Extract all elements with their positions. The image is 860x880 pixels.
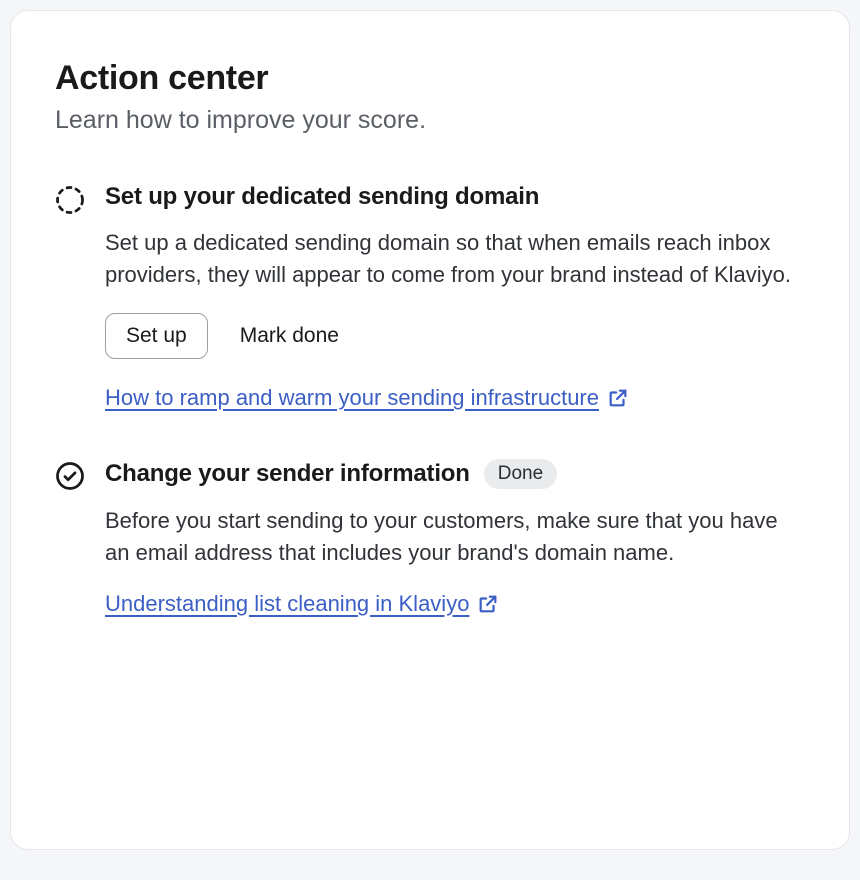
mark-done-button[interactable]: Mark done bbox=[236, 314, 343, 358]
status-badge: Done bbox=[484, 459, 557, 489]
help-link-text: Understanding list cleaning in Klaviyo bbox=[105, 591, 469, 617]
action-item-header: Change your sender information Done bbox=[105, 459, 805, 489]
action-item: Change your sender information Done Befo… bbox=[55, 459, 805, 617]
help-link-text: How to ramp and warm your sending infras… bbox=[105, 385, 599, 411]
done-icon bbox=[55, 461, 85, 491]
action-item-title: Set up your dedicated sending domain bbox=[105, 183, 539, 211]
page-title: Action center bbox=[55, 59, 805, 98]
action-center-card: Action center Learn how to improve your … bbox=[10, 10, 850, 850]
pending-icon bbox=[55, 185, 85, 215]
set-up-button[interactable]: Set up bbox=[105, 313, 208, 359]
action-item-body: Set up your dedicated sending domain Set… bbox=[105, 183, 805, 411]
help-link-ramp-warm[interactable]: How to ramp and warm your sending infras… bbox=[105, 385, 629, 411]
action-item-body: Change your sender information Done Befo… bbox=[105, 459, 805, 617]
action-item-header: Set up your dedicated sending domain bbox=[105, 183, 805, 211]
external-link-icon bbox=[607, 387, 629, 409]
action-item-actions: Set up Mark done bbox=[105, 313, 805, 359]
external-link-icon bbox=[477, 593, 499, 615]
action-item: Set up your dedicated sending domain Set… bbox=[55, 183, 805, 411]
action-item-description: Before you start sending to your custome… bbox=[105, 505, 805, 569]
help-link-list-cleaning[interactable]: Understanding list cleaning in Klaviyo bbox=[105, 591, 499, 617]
page-subtitle: Learn how to improve your score. bbox=[55, 106, 805, 135]
action-item-title: Change your sender information bbox=[105, 460, 470, 488]
action-item-description: Set up a dedicated sending domain so tha… bbox=[105, 227, 805, 291]
